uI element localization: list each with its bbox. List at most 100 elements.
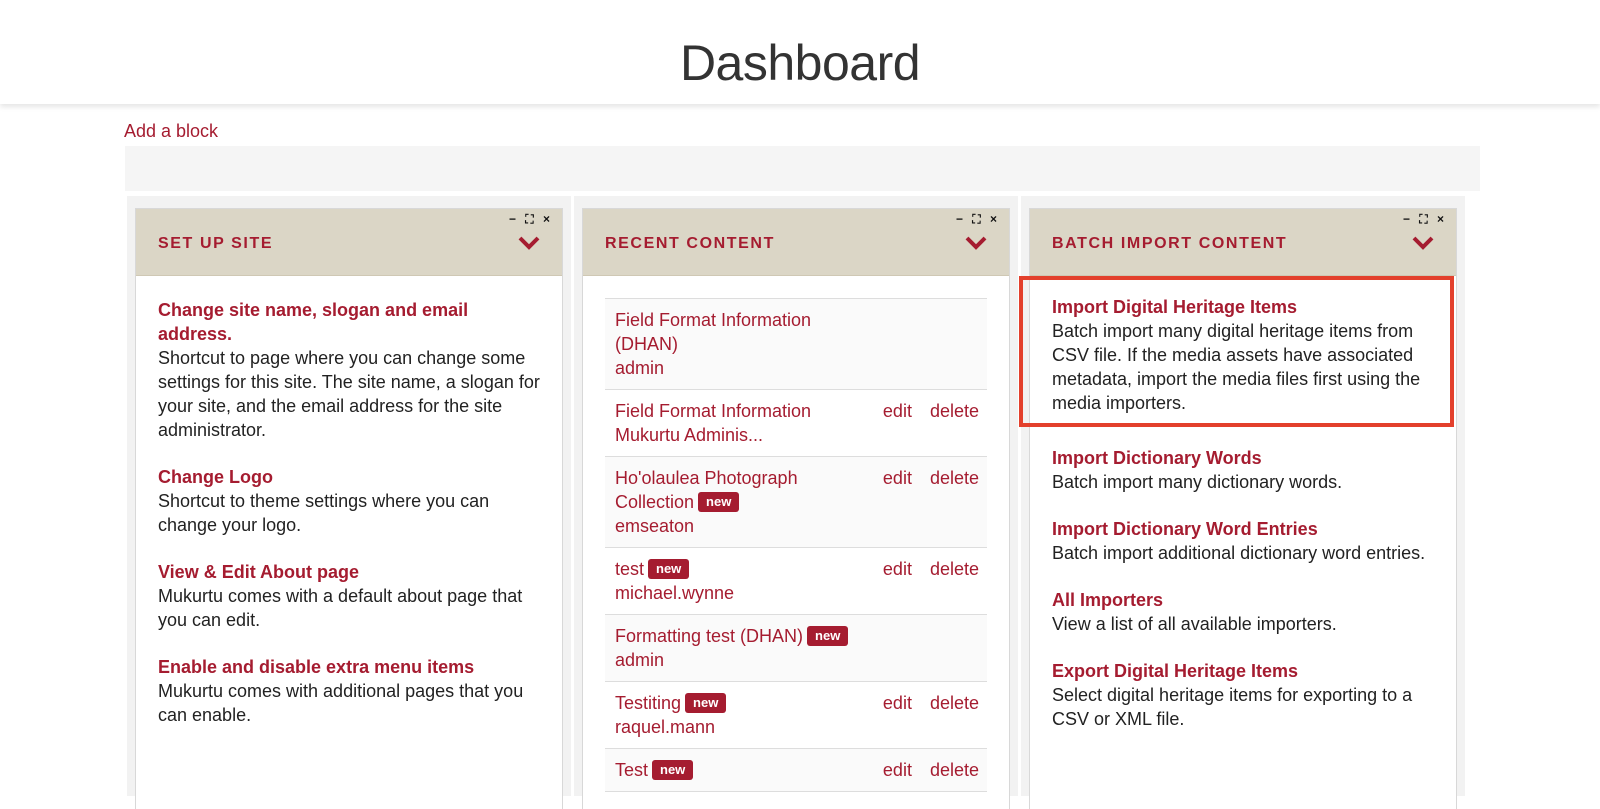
edit-link[interactable]: edit [883,557,912,581]
edit-link[interactable]: edit [883,466,912,490]
recent-content-list: Field Format Information (DHAN) admin Fi… [605,298,987,792]
new-badge: new [652,760,694,780]
fullscreen-icon[interactable]: ⛶ [971,212,982,226]
pane-title: RECENT CONTENT [605,235,775,252]
edit-about-page-link[interactable]: View & Edit About page [158,560,540,584]
pane-body: Change site name, slogan and email addre… [136,276,562,727]
change-logo-link[interactable]: Change Logo [158,465,540,489]
task-item: Import Dictionary Word Entries Batch imp… [1052,517,1434,565]
task-item: Change site name, slogan and email addre… [158,298,540,442]
new-badge: new [648,559,690,579]
task-item: Enable and disable extra menu items Muku… [158,655,540,727]
row-actions: edit delete [883,758,979,782]
row-actions: edit delete [883,466,979,490]
author-link[interactable]: admin [615,356,977,380]
list-item: Testiting new raquel.mann edit delete [605,682,987,749]
task-description: Shortcut to page where you can change so… [158,348,540,440]
fullscreen-icon[interactable]: ⛶ [1418,212,1429,226]
content-title-wrap: Formatting test (DHAN) new [615,624,855,648]
content-title-link[interactable]: Formatting test (DHAN) [615,626,803,646]
task-description: Batch import many digital heritage items… [1052,321,1421,413]
pane-controls: − ⛶ × [1401,212,1446,226]
dashboard-column-3: − ⛶ × BATCH IMPORT CONTENT Import Digita… [1019,196,1465,809]
add-block-link[interactable]: Add a block [124,121,218,142]
author-link[interactable]: emseaton [615,514,977,538]
row-actions: edit delete [883,691,979,715]
author-link[interactable]: raquel.mann [615,715,977,739]
import-dictionary-words-link[interactable]: Import Dictionary Words [1052,446,1434,470]
row-actions: edit delete [883,399,979,423]
list-item: Ho'olaulea Photograph Collection new emse… [605,457,987,548]
author-link[interactable]: Mukurtu Adminis... [615,423,977,447]
edit-link[interactable]: edit [883,691,912,715]
menu-items-link[interactable]: Enable and disable extra menu items [158,655,540,679]
pane-body: Import Digital Heritage Items Batch impo… [1019,276,1456,731]
task-description: View a list of all available importers. [1052,614,1337,634]
minimize-icon[interactable]: − [954,212,965,226]
highlighted-task-item: Import Digital Heritage Items Batch impo… [1019,276,1454,427]
pane-header[interactable]: − ⛶ × RECENT CONTENT [583,209,1009,276]
pane-controls: − ⛶ × [507,212,552,226]
close-icon[interactable]: × [1435,212,1446,226]
content-title-link[interactable]: test [615,559,644,579]
delete-link[interactable]: delete [930,557,979,581]
import-word-entries-link[interactable]: Import Dictionary Word Entries [1052,517,1434,541]
minimize-icon[interactable]: − [1401,212,1412,226]
pane-header[interactable]: − ⛶ × SET UP SITE [136,209,562,276]
content-title-link[interactable]: Testiting [615,693,681,713]
task-description: Mukurtu comes with a default about page … [158,586,523,630]
change-site-name-link[interactable]: Change site name, slogan and email addre… [158,298,540,346]
minimize-icon[interactable]: − [507,212,518,226]
content-title-wrap: Test new [615,758,855,782]
author-link[interactable]: michael.wynne [615,581,977,605]
dashboard-column-1: − ⛶ × SET UP SITE Change site name, slog… [127,196,571,809]
content-title-wrap: test new [615,557,855,581]
close-icon[interactable]: × [988,212,999,226]
content-title-link[interactable]: Field Format Information [615,399,855,423]
edit-link[interactable]: edit [883,399,912,423]
task-description: Mukurtu comes with additional pages that… [158,681,524,725]
content-title-wrap: Testiting new [615,691,855,715]
page-header: Dashboard [0,0,1600,104]
row-actions: edit delete [883,557,979,581]
close-icon[interactable]: × [541,212,552,226]
chevron-down-icon[interactable] [965,235,987,251]
list-item: Field Format Information Mukurtu Adminis… [605,390,987,457]
content-title-link[interactable]: Test [615,760,648,780]
batch-import-pane: − ⛶ × BATCH IMPORT CONTENT Import Digita… [1019,208,1457,809]
task-item: All Importers View a list of all availab… [1052,588,1434,636]
fullscreen-icon[interactable]: ⛶ [524,212,535,226]
content-title-link[interactable]: Field Format Information (DHAN) [615,308,855,356]
dashboard-top-region [125,146,1480,191]
task-item: Export Digital Heritage Items Select dig… [1052,659,1434,731]
dashboard-column-2: − ⛶ × RECENT CONTENT Field Format Inform… [574,196,1018,809]
new-badge: new [807,626,849,646]
import-digital-heritage-link[interactable]: Import Digital Heritage Items [1052,295,1434,319]
delete-link[interactable]: delete [930,758,979,782]
task-description: Shortcut to theme settings where you can… [158,491,490,535]
pane-controls: − ⛶ × [954,212,999,226]
delete-link[interactable]: delete [930,466,979,490]
delete-link[interactable]: delete [930,691,979,715]
delete-link[interactable]: delete [930,399,979,423]
setup-site-pane: − ⛶ × SET UP SITE Change site name, slog… [135,208,563,809]
pane-header[interactable]: − ⛶ × BATCH IMPORT CONTENT [1030,209,1456,276]
task-item: Import Dictionary Words Batch import man… [1052,446,1434,494]
chevron-down-icon[interactable] [1412,235,1434,251]
new-badge: new [698,492,740,512]
task-item: Change Logo Shortcut to theme settings w… [158,465,540,537]
all-importers-link[interactable]: All Importers [1052,588,1434,612]
task-item: View & Edit About page Mukurtu comes wit… [158,560,540,632]
content-title-wrap: Ho'olaulea Photograph Collection new [615,466,855,514]
export-digital-heritage-link[interactable]: Export Digital Heritage Items [1052,659,1434,683]
list-item: Formatting test (DHAN) new admin [605,615,987,682]
task-description: Batch import additional dictionary word … [1052,543,1426,563]
list-item: Field Format Information (DHAN) admin [605,299,987,390]
task-description: Batch import many dictionary words. [1052,472,1343,492]
author-link[interactable]: admin [615,648,977,672]
list-item: Test new edit delete [605,749,987,792]
chevron-down-icon[interactable] [518,235,540,251]
pane-body: Field Format Information (DHAN) admin Fi… [583,276,1009,792]
edit-link[interactable]: edit [883,758,912,782]
pane-title: SET UP SITE [158,235,274,252]
